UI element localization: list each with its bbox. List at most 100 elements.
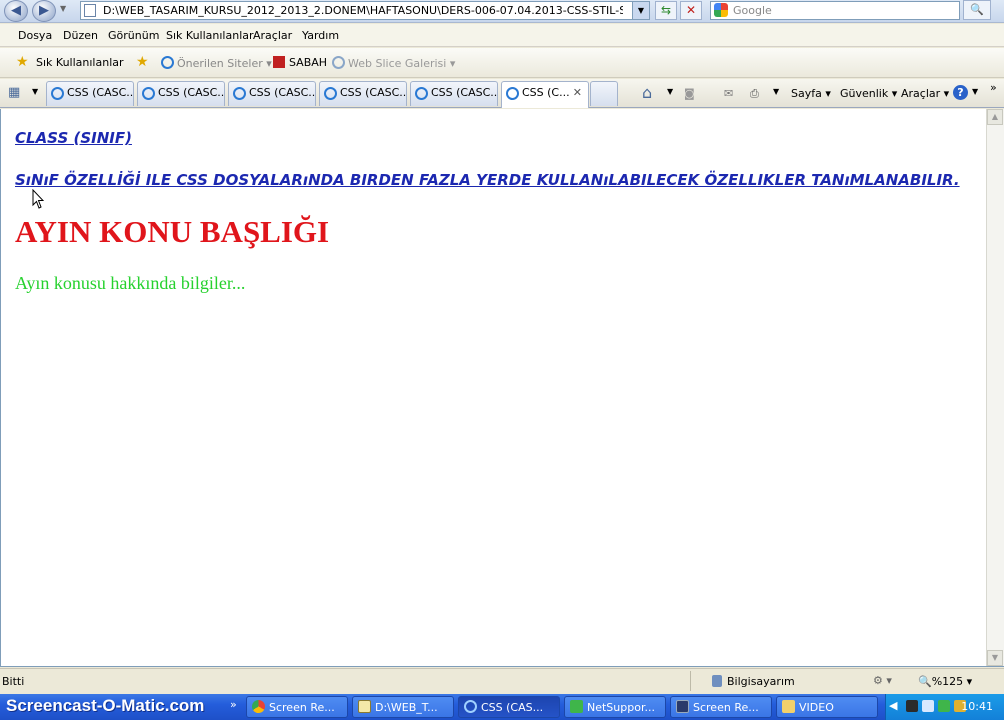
scroll-up-icon[interactable]: ▲ xyxy=(987,109,1003,125)
task-label: Screen Re... xyxy=(693,701,759,714)
google-icon xyxy=(714,3,728,17)
favorites-button[interactable]: Sık Kullanılanlar xyxy=(36,56,124,69)
safety-menu[interactable]: Güvenlik ▾ xyxy=(840,87,897,100)
tab-label: CSS (CASC... xyxy=(67,86,134,99)
tray-security-icon[interactable] xyxy=(938,700,950,712)
suggested-sites-link[interactable]: Önerilen Siteler ▾ xyxy=(161,56,272,70)
forward-button[interactable]: ▶ xyxy=(32,0,56,22)
ie-icon xyxy=(324,87,337,100)
menu-file[interactable]: Dosya xyxy=(18,29,52,42)
status-divider xyxy=(690,671,691,691)
stop-button[interactable]: ✕ xyxy=(680,1,702,20)
tray-expand-icon[interactable]: ◀ xyxy=(889,699,897,712)
task-label: Screen Re... xyxy=(269,701,335,714)
protected-mode-icon[interactable]: ⚙ ▾ xyxy=(873,674,892,687)
mail-icon[interactable]: ✉ xyxy=(724,87,733,100)
favorites-bar: ★ Sık Kullanılanlar ★ Önerilen Siteler ▾… xyxy=(0,48,1004,78)
tab-3[interactable]: CSS (CASC... xyxy=(228,81,316,106)
task-netsupport[interactable]: NetSuppor... xyxy=(564,696,666,718)
scroll-down-icon[interactable]: ▼ xyxy=(987,650,1003,666)
tools-menu-label: Araçlar xyxy=(901,87,941,100)
search-button[interactable]: 🔍 xyxy=(963,0,991,20)
refresh-button[interactable]: ⇆ xyxy=(655,1,677,20)
menu-edit[interactable]: Düzen xyxy=(63,29,98,42)
menu-bar: Dosya Düzen Görünüm Sık Kullanılanlar Ar… xyxy=(0,24,1004,47)
print-icon[interactable]: ⎙ xyxy=(750,87,759,101)
home-dropdown-icon[interactable]: ▼ xyxy=(667,87,673,96)
web-slice-icon xyxy=(332,56,345,69)
class-description-link[interactable]: SıNıF ÖZELLİĞİ ILE CSS DOSYALARıNDA BIRD… xyxy=(15,171,960,189)
sabah-link[interactable]: SABAH xyxy=(273,56,327,69)
task-screen-recorder-2[interactable]: Screen Re... xyxy=(670,696,772,718)
page-content: CLASS (SINIF) SıNıF ÖZELLİĞİ ILE CSS DOS… xyxy=(0,109,1004,667)
tab-5[interactable]: CSS (CASC... xyxy=(410,81,498,106)
help-icon[interactable]: ? xyxy=(953,85,968,100)
print-dropdown-icon[interactable]: ▼ xyxy=(773,87,779,96)
address-text: D:\WEB_TASARIM_KURSU_2012_2013_2.DONEM\H… xyxy=(103,4,623,17)
chrome-icon xyxy=(252,700,265,713)
home-icon[interactable]: ⌂ xyxy=(642,83,652,102)
ie-icon xyxy=(464,700,477,713)
ie-icon xyxy=(233,87,246,100)
sabah-icon xyxy=(273,56,285,68)
menu-favorites[interactable]: Sık Kullanılanlar xyxy=(166,29,254,42)
task-screen-recorder-1[interactable]: Screen Re... xyxy=(246,696,348,718)
task-file-editor[interactable]: D:\WEB_T... xyxy=(352,696,454,718)
tab-label: CSS (CASC... xyxy=(249,86,316,99)
address-dropdown-icon[interactable]: ▼ xyxy=(632,2,649,19)
web-slice-label: Web Slice Galerisi xyxy=(348,57,447,70)
task-label: D:\WEB_T... xyxy=(375,701,438,714)
new-tab-button[interactable] xyxy=(590,81,618,106)
vertical-scrollbar[interactable]: ▲ ▼ xyxy=(986,109,1004,666)
class-link[interactable]: CLASS (SINIF) xyxy=(15,129,132,147)
tools-menu[interactable]: Araçlar ▾ xyxy=(901,87,949,100)
back-button[interactable]: ◀ xyxy=(4,0,28,22)
task-video-folder[interactable]: VIDEO xyxy=(776,696,878,718)
recorder-icon xyxy=(676,700,689,713)
suggested-sites-label: Önerilen Siteler xyxy=(177,57,263,70)
tab-6-active[interactable]: CSS (C... ✕ xyxy=(501,81,589,108)
tab-label: CSS (CASC... xyxy=(431,86,498,99)
task-label: CSS (CAS... xyxy=(481,701,544,714)
page-menu[interactable]: Sayfa ▾ xyxy=(791,87,831,100)
history-dropdown-icon[interactable]: ▼ xyxy=(60,4,66,13)
ie-icon xyxy=(51,87,64,100)
menu-tools[interactable]: Araçlar xyxy=(253,29,292,42)
quick-tabs-icon[interactable]: ▦ xyxy=(8,85,20,100)
notepad-icon xyxy=(358,700,371,713)
security-zone: Bilgisayarım xyxy=(712,675,795,688)
tab-label: CSS (CASC... xyxy=(158,86,225,99)
page-heading: AYIN KONU BAŞLIĞI xyxy=(15,214,330,249)
ie-icon xyxy=(415,87,428,100)
menu-help[interactable]: Yardım xyxy=(302,29,339,42)
menu-view[interactable]: Görünüm xyxy=(108,29,159,42)
tray-app-icon[interactable] xyxy=(906,700,918,712)
task-label: NetSuppor... xyxy=(587,701,655,714)
zoom-level[interactable]: 🔍%125 ▾ xyxy=(918,675,972,688)
rss-feed-icon[interactable]: ◙ xyxy=(684,87,695,100)
ie-icon xyxy=(142,87,155,100)
tab-label: CSS (CASC... xyxy=(340,86,407,99)
tab-list-icon[interactable]: ▼ xyxy=(32,87,38,96)
address-field[interactable]: D:\WEB_TASARIM_KURSU_2012_2013_2.DONEM\H… xyxy=(80,1,650,20)
network-icon[interactable] xyxy=(922,700,934,712)
sabah-label: SABAH xyxy=(289,56,328,69)
computer-icon xyxy=(712,675,722,687)
ie-icon xyxy=(161,56,174,69)
more-chevron-icon[interactable]: » xyxy=(990,81,997,94)
search-field[interactable]: Google xyxy=(710,1,960,20)
screencast-brand: Screencast-O-Matic.com xyxy=(6,696,205,715)
zoom-label: %125 xyxy=(931,675,964,688)
tab-2[interactable]: CSS (CASC... xyxy=(137,81,225,106)
add-favorite-icon[interactable]: ★ xyxy=(136,54,149,70)
page-icon xyxy=(84,4,96,17)
favorites-star-icon: ★ xyxy=(16,54,29,70)
task-ie-browser[interactable]: CSS (CAS... xyxy=(458,696,560,718)
close-tab-icon[interactable]: ✕ xyxy=(573,86,582,99)
web-slice-gallery-link[interactable]: Web Slice Galerisi ▾ xyxy=(332,56,455,70)
help-dropdown-icon[interactable]: ▼ xyxy=(972,87,978,96)
search-placeholder: Google xyxy=(733,4,772,17)
quick-launch-chevron-icon[interactable]: » xyxy=(230,698,237,711)
tab-4[interactable]: CSS (CASC... xyxy=(319,81,407,106)
tab-1[interactable]: CSS (CASC... xyxy=(46,81,134,106)
